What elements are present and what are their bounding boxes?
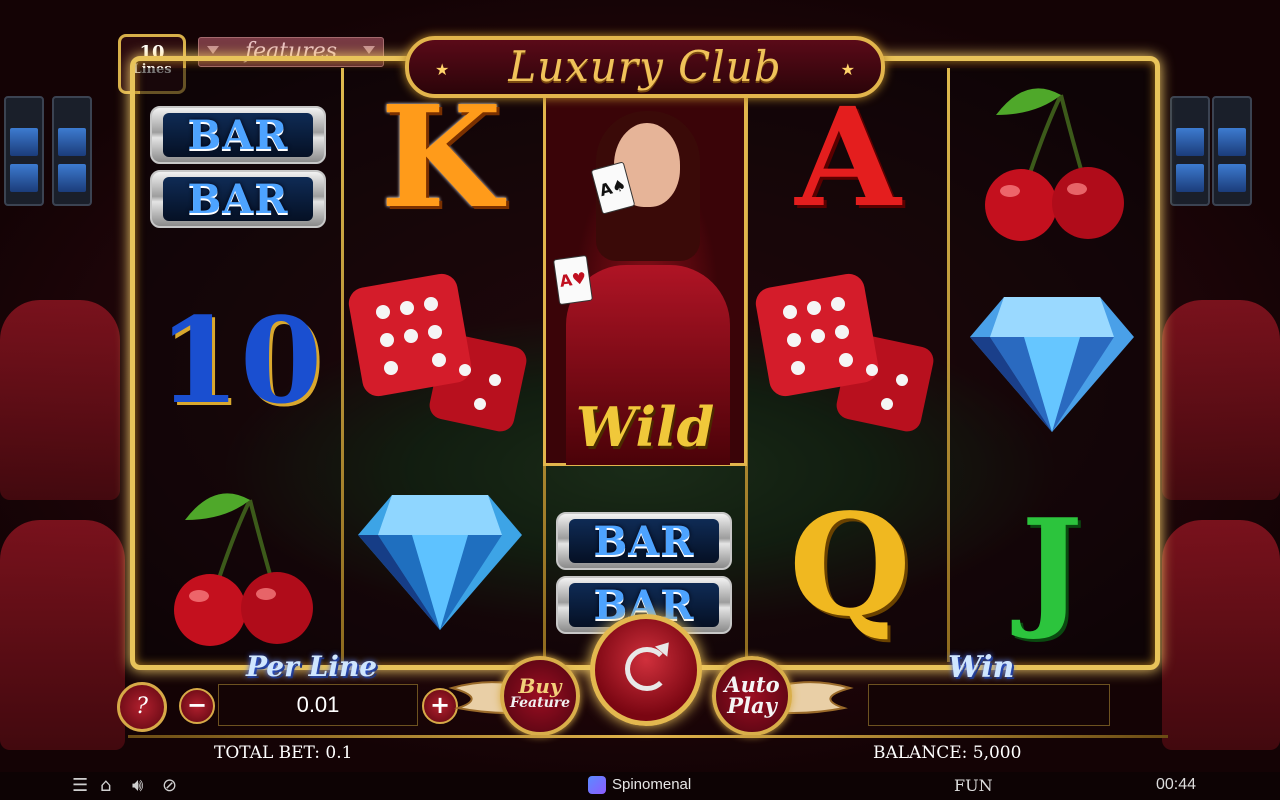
play-label: Play bbox=[727, 693, 777, 718]
win-label: Win bbox=[948, 650, 1015, 685]
total-bet: TOTAL BET: 0.1 bbox=[214, 743, 353, 763]
buy-feature-button[interactable]: Buy Feature bbox=[500, 656, 580, 736]
reels-frame bbox=[130, 56, 1160, 670]
bg-chair bbox=[1162, 300, 1280, 500]
clock: 00:44 bbox=[1156, 776, 1197, 793]
decrease-bet-button[interactable]: − bbox=[179, 688, 215, 724]
balance: BALANCE: 5,000 bbox=[873, 743, 1022, 763]
bg-chair bbox=[0, 300, 120, 500]
bg-slot-machine bbox=[4, 96, 44, 206]
spinomenal-logo-icon bbox=[588, 776, 606, 795]
chevron-down-icon bbox=[363, 46, 375, 54]
chevron-down-icon bbox=[207, 46, 219, 54]
win-value bbox=[868, 684, 1110, 726]
game-title-plate: ★ Luxury Club ★ bbox=[405, 36, 885, 98]
brand: Spinomenal bbox=[588, 776, 692, 795]
per-line-label: Per Line bbox=[246, 650, 378, 683]
spin-button[interactable] bbox=[590, 614, 702, 726]
menu-icon[interactable]: ☰ bbox=[72, 776, 88, 796]
per-line-value: 0.01 bbox=[218, 684, 418, 726]
help-button[interactable]: ? bbox=[117, 682, 167, 732]
bg-slot-machine bbox=[52, 96, 92, 206]
refresh-icon bbox=[625, 647, 669, 691]
home-icon[interactable]: ⌂ bbox=[100, 776, 111, 796]
game-title: Luxury Club bbox=[508, 42, 782, 91]
brand-name: Spinomenal bbox=[612, 776, 692, 793]
autoplay-button[interactable]: Auto Play bbox=[712, 656, 792, 736]
bg-chair bbox=[0, 520, 125, 750]
bg-slot-machine bbox=[1212, 96, 1252, 206]
sound-icon[interactable]: 🔊︎ bbox=[132, 776, 143, 796]
divider bbox=[128, 735, 1168, 738]
bg-chair bbox=[1162, 520, 1280, 750]
bg-slot-machine bbox=[1170, 96, 1210, 206]
mode-label: FUN bbox=[954, 776, 993, 795]
turbo-icon[interactable]: ⊘ bbox=[162, 776, 177, 796]
buy-sub-label: Feature bbox=[509, 695, 571, 711]
star-icon: ★ bbox=[840, 60, 855, 79]
